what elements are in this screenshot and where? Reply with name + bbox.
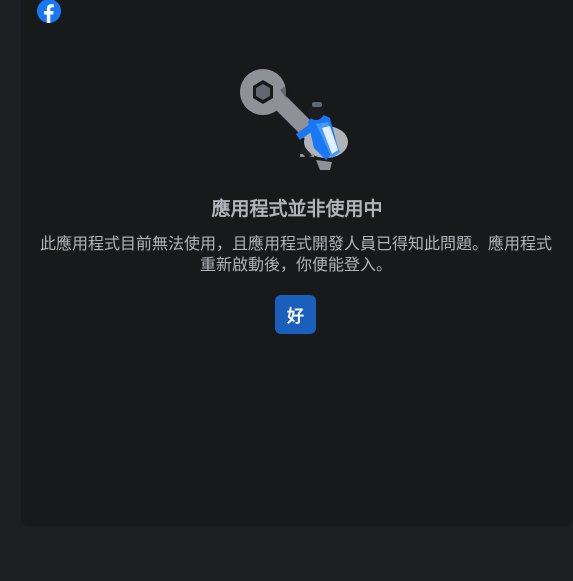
dialog-message: 此應用程式目前無法使用，且應用程式開發人員已得知此問題。應用程式重新啟動後，你便… xyxy=(40,234,553,274)
ok-button[interactable]: 好 xyxy=(275,295,316,334)
wrench-maintenance-illustration xyxy=(240,69,348,170)
facebook-logo-icon xyxy=(37,0,61,23)
dialog-title: 應用程式並非使用中 xyxy=(211,198,383,220)
page: 應用程式並非使用中 此應用程式目前無法使用，且應用程式開發人員已得知此問題。應用… xyxy=(0,0,573,581)
